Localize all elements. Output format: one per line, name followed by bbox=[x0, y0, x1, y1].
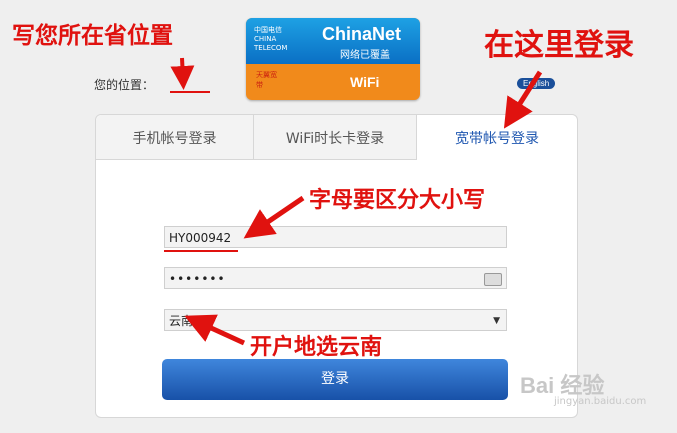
tab-broadband-login[interactable]: 宽带帐号登录 bbox=[417, 115, 577, 159]
dropdown-arrow-icon: ▼ bbox=[493, 316, 500, 326]
login-panel: 手机帐号登录 WiFi时长卡登录 宽带帐号登录 HY000942 •••••••… bbox=[95, 114, 578, 418]
annotation-case-sensitive: 字母要区分大小写 bbox=[309, 188, 486, 213]
baidu-url: jingyan.baidu.com bbox=[554, 396, 647, 407]
arrow-location bbox=[170, 57, 195, 90]
annotation-location-hint: 写您所在省位置 bbox=[12, 23, 173, 49]
tab-mobile-login[interactable]: 手机帐号登录 bbox=[96, 115, 254, 160]
card-subtitle: 网络已覆盖 bbox=[340, 50, 390, 61]
tab-wifi-card-login[interactable]: WiFi时长卡登录 bbox=[254, 115, 417, 160]
login-button[interactable]: 登录 bbox=[162, 359, 508, 400]
region-select[interactable]: 云南 ▼ bbox=[164, 309, 507, 331]
password-input[interactable]: ••••••• bbox=[164, 267, 507, 289]
keyboard-icon[interactable] bbox=[484, 273, 502, 286]
account-input[interactable]: HY000942 bbox=[164, 226, 507, 248]
password-value: ••••••• bbox=[169, 272, 226, 286]
account-underline bbox=[164, 250, 238, 252]
card-wifi: WiFi bbox=[350, 74, 380, 90]
chinanet-card: 中国电信 CHINA TELECOM ChinaNet 网络已覆盖 天翼宽带 W… bbox=[246, 18, 420, 100]
annotation-login-here: 在这里登录 bbox=[484, 28, 634, 63]
english-button[interactable]: English bbox=[517, 78, 556, 89]
region-value: 云南 bbox=[169, 314, 194, 328]
china-telecom-logo: 中国电信 CHINA TELECOM bbox=[254, 26, 288, 52]
tianyi-logo: 天翼宽带 bbox=[256, 71, 277, 89]
location-label: 您的位置： bbox=[94, 78, 155, 92]
card-brand: ChinaNet bbox=[322, 24, 402, 44]
location-underline bbox=[170, 91, 210, 93]
annotation-choose-region: 开户地选云南 bbox=[250, 335, 383, 360]
account-value: HY000942 bbox=[169, 231, 232, 245]
